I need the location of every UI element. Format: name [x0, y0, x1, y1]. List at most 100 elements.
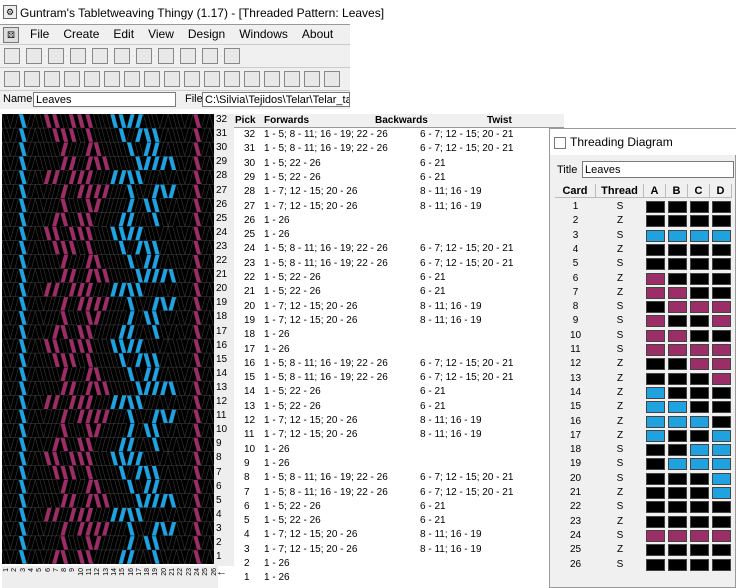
hole-b-cell[interactable]: [668, 415, 687, 428]
hole-a-cell[interactable]: [646, 215, 665, 228]
hole-d-cell[interactable]: [712, 515, 731, 528]
copy-icon[interactable]: [180, 48, 196, 64]
hole-a-cell[interactable]: [646, 301, 665, 314]
thread-direction[interactable]: Z: [596, 429, 644, 443]
thread-direction[interactable]: Z: [596, 515, 644, 529]
thread-direction[interactable]: Z: [596, 486, 644, 500]
hole-d-cell[interactable]: [712, 215, 731, 228]
hole-d-cell[interactable]: [712, 372, 731, 385]
hole-c-cell[interactable]: [690, 544, 709, 557]
menu-design[interactable]: Design: [181, 25, 232, 43]
menu-edit[interactable]: Edit: [106, 25, 141, 43]
menu-view[interactable]: View: [141, 25, 181, 43]
hole-d-cell[interactable]: [712, 501, 731, 514]
hole-c-cell[interactable]: [690, 501, 709, 514]
hole-a-cell[interactable]: [646, 272, 665, 285]
thread-direction[interactable]: Z: [596, 400, 644, 414]
hole-d-cell[interactable]: [712, 558, 731, 571]
woven-pattern-preview[interactable]: [2, 114, 218, 564]
hole-d-cell[interactable]: [712, 201, 731, 213]
hole-a-cell[interactable]: [646, 401, 665, 414]
hole-c-cell[interactable]: [690, 372, 709, 385]
hole-d-cell[interactable]: [712, 529, 731, 542]
hole-b-cell[interactable]: [668, 401, 687, 414]
hole-a-cell[interactable]: [646, 344, 665, 356]
thread-direction[interactable]: S: [596, 329, 644, 343]
hole-d-cell[interactable]: [712, 315, 731, 328]
hole-a-cell[interactable]: [646, 444, 665, 457]
hole-c-cell[interactable]: [690, 286, 709, 299]
number-icon[interactable]: [64, 71, 80, 87]
app-icon[interactable]: ⚙: [3, 5, 17, 19]
hole-a-cell[interactable]: [646, 229, 665, 242]
thread-direction[interactable]: S: [596, 529, 644, 543]
hole-c-cell[interactable]: [690, 344, 709, 356]
hole-b-cell[interactable]: [668, 501, 687, 514]
hole-c-cell[interactable]: [690, 272, 709, 285]
hole-d-cell[interactable]: [712, 401, 731, 414]
mail-icon[interactable]: [224, 48, 240, 64]
hole-b-cell[interactable]: [668, 215, 687, 228]
sword-icon[interactable]: [44, 71, 60, 87]
hole-c-cell[interactable]: [690, 529, 709, 542]
dots-icon[interactable]: [70, 48, 86, 64]
hole-b-cell[interactable]: [668, 472, 687, 485]
hole-a-cell[interactable]: [646, 429, 665, 442]
hole-c-cell[interactable]: [690, 401, 709, 414]
a-icon[interactable]: [164, 71, 180, 87]
hole-c-cell[interactable]: [690, 258, 709, 271]
thread-direction[interactable]: S: [596, 300, 644, 314]
hole-d-cell[interactable]: [712, 429, 731, 442]
hole-a-cell[interactable]: [646, 472, 665, 485]
hole-d-cell[interactable]: [712, 444, 731, 457]
hole-b-cell[interactable]: [668, 329, 687, 342]
hole-d-cell[interactable]: [712, 258, 731, 271]
hole-b-cell[interactable]: [668, 258, 687, 271]
hole-a-cell[interactable]: [646, 329, 665, 342]
hole-b-cell[interactable]: [668, 386, 687, 399]
hole-d-cell[interactable]: [712, 229, 731, 242]
menu-windows[interactable]: Windows: [232, 25, 295, 43]
thread-direction[interactable]: Z: [596, 386, 644, 400]
hole-a-cell[interactable]: [646, 386, 665, 399]
thread-direction[interactable]: Z: [596, 214, 644, 228]
book-icon[interactable]: [202, 48, 218, 64]
hole-b-cell[interactable]: [668, 344, 687, 356]
hole-b-cell[interactable]: [668, 358, 687, 371]
hole-a-cell[interactable]: [646, 315, 665, 328]
thread-direction[interactable]: Z: [596, 243, 644, 257]
thread-direction[interactable]: Z: [596, 286, 644, 300]
thread-direction[interactable]: Z: [596, 415, 644, 429]
hole-b-cell[interactable]: [668, 458, 687, 471]
thread-direction[interactable]: Z: [596, 372, 644, 386]
hole-c-cell[interactable]: [690, 415, 709, 428]
hole-d-cell[interactable]: [712, 487, 731, 499]
hole-d-cell[interactable]: [712, 386, 731, 399]
hole-c-cell[interactable]: [690, 315, 709, 328]
thread-direction[interactable]: S: [596, 343, 644, 357]
turning-table[interactable]: Pick Forwards Backwards Twist 32 1 - 5; 8…: [234, 114, 564, 588]
hole-d-cell[interactable]: [712, 472, 731, 485]
hole-a-cell[interactable]: [646, 358, 665, 371]
hole-a-cell[interactable]: [646, 515, 665, 528]
hole-d-cell[interactable]: [712, 415, 731, 428]
hole-c-cell[interactable]: [690, 301, 709, 314]
hole-a-cell[interactable]: [646, 243, 665, 256]
hole-d-cell[interactable]: [712, 329, 731, 342]
dot-icon[interactable]: [284, 71, 300, 87]
hole-a-cell[interactable]: [646, 372, 665, 385]
grid-icon[interactable]: [158, 48, 174, 64]
no-icon[interactable]: [144, 71, 160, 87]
hole-c-cell[interactable]: [690, 444, 709, 457]
hole-a-cell[interactable]: [646, 201, 665, 213]
name-input[interactable]: Leaves: [33, 92, 176, 107]
hole-b-cell[interactable]: [668, 315, 687, 328]
dot-icon[interactable]: [304, 71, 320, 87]
swap-icon[interactable]: [184, 71, 200, 87]
hole-a-cell[interactable]: [646, 458, 665, 471]
grid-red-icon[interactable]: [24, 71, 40, 87]
circle-icon[interactable]: [224, 71, 240, 87]
menu-about[interactable]: About: [295, 25, 340, 43]
thread-direction[interactable]: S: [596, 500, 644, 514]
thread-direction[interactable]: S: [596, 200, 644, 214]
